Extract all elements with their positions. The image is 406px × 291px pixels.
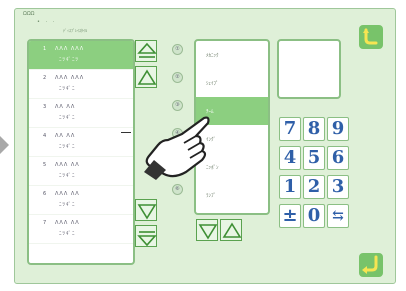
option-scroll-down-button[interactable] [196,219,218,241]
preview-box [277,39,341,99]
option-number-6[interactable]: ⑥ [172,184,183,195]
list-item-number: 4 [43,133,47,139]
list-item[interactable]: 5 ΛΛΛ ΛΛ ﾆﾂｷﾞﾆ [29,157,133,186]
down-arrow-icon [198,224,218,240]
left-pointer-arrow [0,136,9,154]
text-cursor [121,132,131,133]
header-subtitle: ﾃﾞｨｽﾌﾟﾚｲｽﾀｲﾙ [63,28,87,33]
scroll-bottom-button[interactable] [135,225,157,247]
list-item[interactable]: 3 ΛΛ ΛΛ ﾆﾂｷﾞﾆ [29,99,133,128]
list-item[interactable]: 6 ΛΛΛ ΛΛ ﾆﾂｷﾞﾆ [29,186,133,215]
key-swap[interactable]: ⇆ [327,204,349,228]
option-label: ﾗﾝﾌﾟ [206,193,217,199]
list-item-line1: ΛΛΛ ΛΛΛ [55,46,85,52]
option-item[interactable]: ﾒｶﾆｯｸ [196,41,268,69]
option-number-2[interactable]: ② [172,72,183,83]
option-number-1[interactable]: ① [172,44,183,55]
option-scroll-up-button[interactable] [220,219,242,241]
double-up-arrow-icon [137,42,157,58]
header-title: ΩΩΩ [23,11,35,17]
list-item[interactable]: 7 ΛΛΛ ΛΛ ﾆﾂｷﾞﾆ [29,215,133,244]
scroll-top-button[interactable] [135,40,157,62]
header-columns: • · · [37,19,57,25]
list-item-line2: ﾆﾂｷﾞﾆ [59,86,76,92]
back-button[interactable] [359,25,383,49]
down-arrow-icon [137,204,157,220]
list-item-line2: ﾆﾂｷﾞﾆ [59,144,76,150]
key-4[interactable]: 4 [279,146,301,170]
option-number-3[interactable]: ③ [172,100,183,111]
list-item-number: 7 [43,220,47,226]
list-item[interactable]: 2 ΛΛΛ ΛΛΛ ﾆﾂｷﾞﾆ [29,70,133,99]
key-9[interactable]: 9 [327,117,349,141]
key-7[interactable]: 7 [279,117,301,141]
key-5[interactable]: 5 [303,146,325,170]
list-item[interactable] [29,244,133,263]
program-list: 1 ΛΛΛ ΛΛΛ ﾆﾂｷﾞﾆﾂ 2 ΛΛΛ ΛΛΛ ﾆﾂｷﾞﾆ 3 ΛΛ ΛΛ… [27,39,135,265]
key-3[interactable]: 3 [327,175,349,199]
list-item-number: 2 [43,75,47,81]
list-item-line2: ﾆﾂｷﾞﾆﾂ [59,57,80,63]
key-8[interactable]: 8 [303,117,325,141]
return-arrow-icon [363,28,378,45]
key-plus-minus[interactable]: ± [279,204,301,228]
key-2[interactable]: 2 [303,175,325,199]
list-item-line1: ΛΛΛ ΛΛ [55,162,80,168]
scroll-down-button[interactable] [135,199,157,221]
list-item-line2: ﾆﾂｷﾞﾆ [59,115,76,121]
device-screen: ΩΩΩ • · · ﾃﾞｨｽﾌﾟﾚｲｽﾀｲﾙ 1 ΛΛΛ ΛΛΛ ﾆﾂｷﾞﾆﾂ … [14,8,396,284]
enter-button[interactable] [359,253,383,277]
scroll-up-button[interactable] [135,66,157,88]
option-item[interactable]: ｼｪｲﾌﾟ [196,69,268,97]
list-item-line1: ΛΛΛ ΛΛΛ [55,75,85,81]
list-item-line2: ﾆﾂｷﾞﾆ [59,202,76,208]
list-item-line1: ΛΛ ΛΛ [55,133,76,139]
key-0[interactable]: 0 [303,204,325,228]
list-item-line2: ﾆﾂｷﾞﾆ [59,231,76,237]
list-item-line1: ΛΛΛ ΛΛ [55,220,80,226]
list-item-line1: ΛΛΛ ΛΛ [55,191,80,197]
up-arrow-icon [137,69,157,85]
list-item-number: 1 [43,46,47,52]
list-item-number: 6 [43,191,47,197]
enter-arrow-icon [362,255,378,274]
list-item-line2: ﾆﾂｷﾞﾆ [59,173,76,179]
list-item-number: 5 [43,162,47,168]
key-1[interactable]: 1 [279,175,301,199]
list-item-number: 3 [43,104,47,110]
key-6[interactable]: 6 [327,146,349,170]
option-label: ﾒｶﾆｯｸ [206,53,219,59]
option-item[interactable]: ﾗﾝﾌﾟ [196,181,268,209]
pointing-hand-icon [144,116,210,180]
list-item[interactable]: 4 ΛΛ ΛΛ ﾆﾂｷﾞﾆ [29,128,133,157]
option-label: ｼｪｲﾌﾟ [206,81,219,87]
double-down-arrow-icon [137,231,157,247]
up-arrow-icon [222,222,242,238]
list-item[interactable]: 1 ΛΛΛ ΛΛΛ ﾆﾂｷﾞﾆﾂ [29,41,133,70]
list-item-line1: ΛΛ ΛΛ [55,104,76,110]
